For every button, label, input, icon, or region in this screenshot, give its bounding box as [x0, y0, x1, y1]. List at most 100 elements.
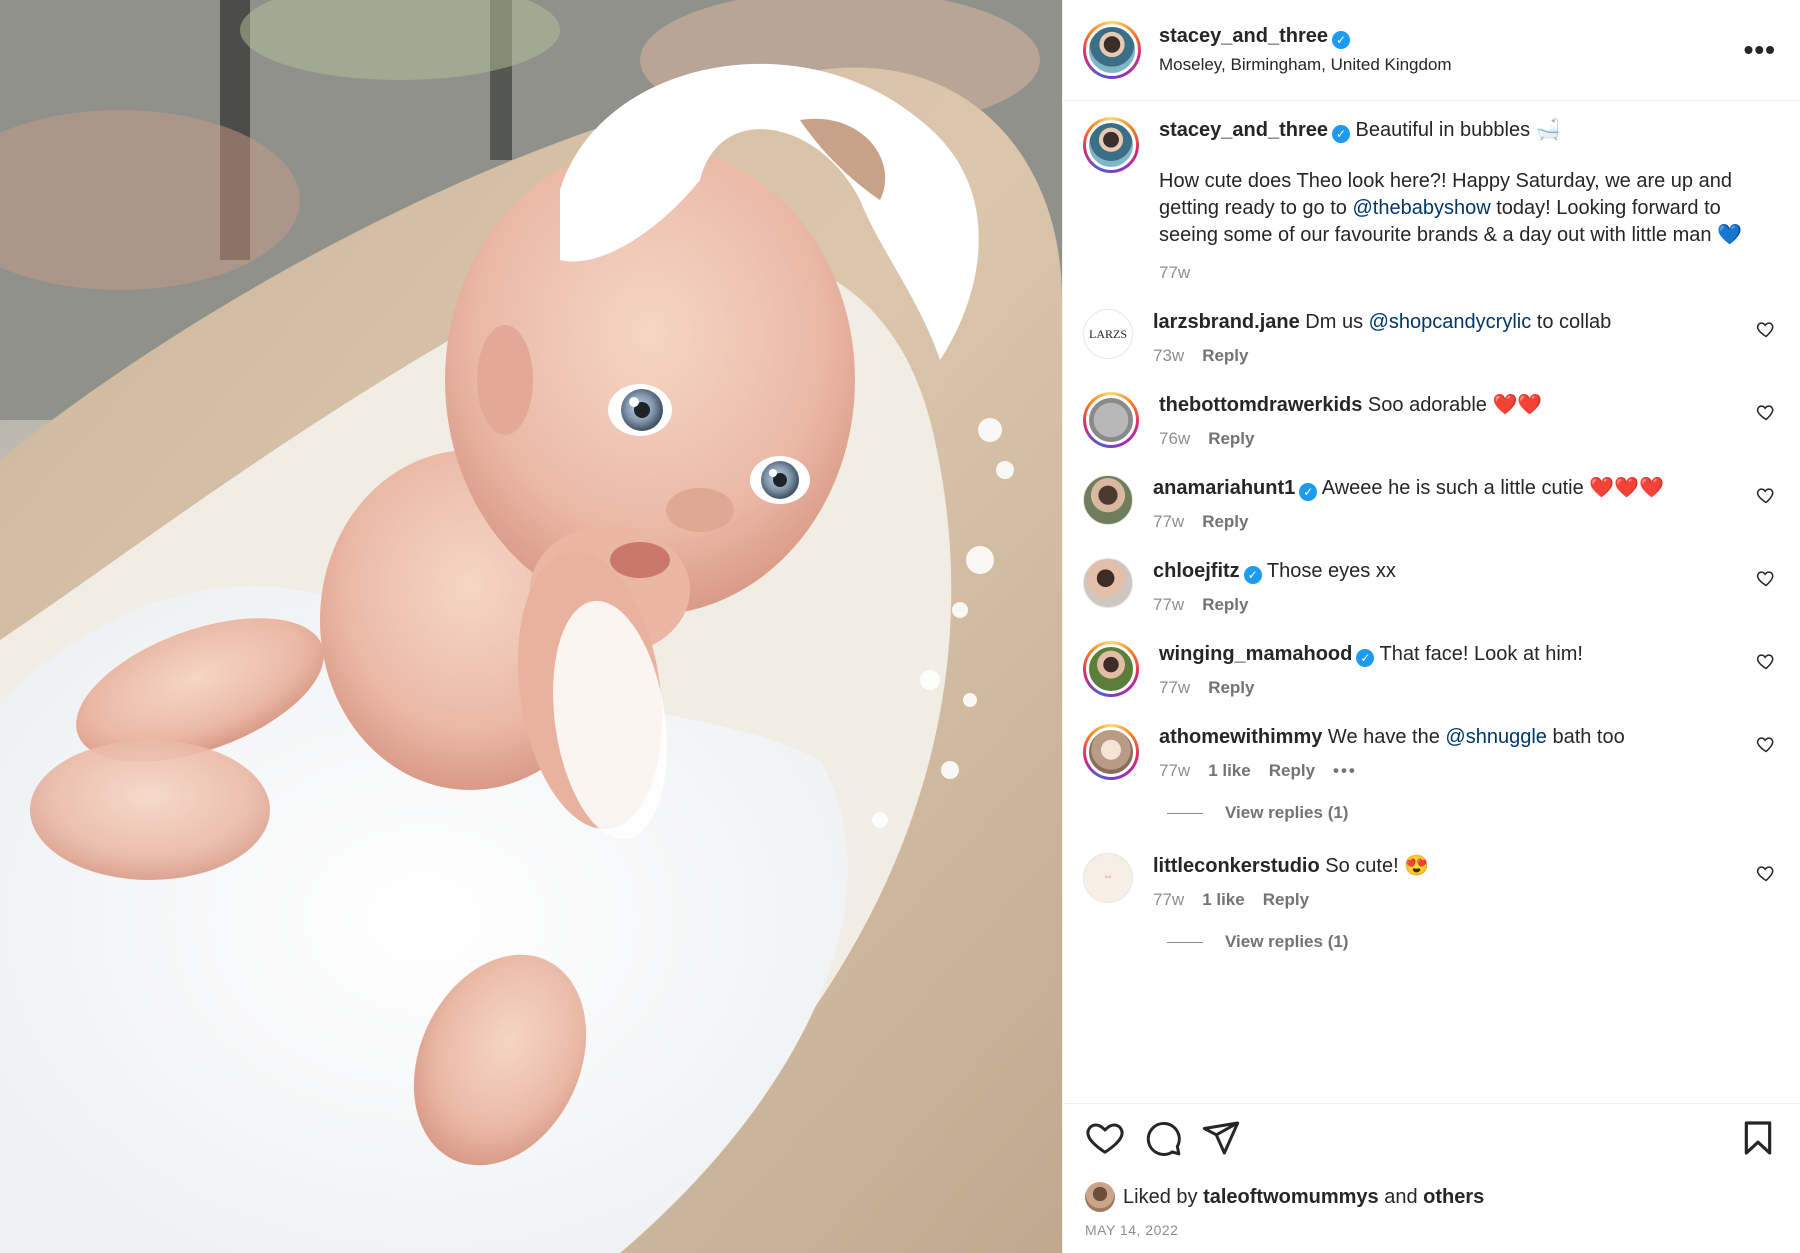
comment-like-heart-icon[interactable]	[1756, 863, 1776, 883]
post-location[interactable]: Moseley, Birmingham, United Kingdom	[1159, 55, 1744, 75]
commenter-username[interactable]: littleconkerstudio	[1153, 855, 1320, 877]
liked-by: Liked by taleoftwomummys and others	[1085, 1182, 1778, 1212]
comment-text-post: to collab	[1531, 311, 1612, 333]
comment-mention[interactable]: @shnuggle	[1445, 726, 1546, 748]
comment-item: chloejfitz ✓ Those eyes xx 77w Reply	[1083, 558, 1776, 615]
baby-bath-photo-illustration	[0, 0, 1062, 1253]
post-date[interactable]: MAY 14, 2022	[1085, 1222, 1778, 1238]
reply-button[interactable]: Reply	[1202, 595, 1248, 615]
caption-mention[interactable]: @thebabyshow	[1352, 197, 1490, 219]
comment-text-post: bath too	[1546, 726, 1625, 748]
commenter-avatar[interactable]	[1083, 392, 1139, 448]
commenter-avatar[interactable]	[1083, 475, 1133, 525]
post-side-panel: stacey_and_three ✓ Moseley, Birmingham, U…	[1062, 0, 1800, 1253]
commenter-username[interactable]: chloejfitz	[1153, 560, 1240, 582]
commenter-username[interactable]: anamariahunt1	[1153, 477, 1295, 499]
comment-like-heart-icon[interactable]	[1756, 651, 1776, 671]
comment-likes-count[interactable]: 1 like	[1208, 761, 1251, 781]
view-replies-label: View replies (1)	[1225, 803, 1349, 822]
commenter-username[interactable]: larzsbrand.jane	[1153, 311, 1300, 333]
comment-like-heart-icon[interactable]	[1756, 402, 1776, 422]
comment-more-options-icon[interactable]: •••	[1333, 761, 1357, 781]
commenter-username[interactable]: athomewithimmy	[1159, 726, 1322, 748]
reply-button[interactable]: Reply	[1202, 346, 1248, 366]
send-icon[interactable]	[1201, 1118, 1241, 1158]
caption-time[interactable]: 77w	[1159, 263, 1190, 283]
commenter-username[interactable]: winging_mamahood	[1159, 643, 1352, 665]
comment-item: athomewithimmy We have the @shnuggle bat…	[1083, 724, 1776, 781]
liked-by-user[interactable]: taleoftwomummys	[1203, 1186, 1379, 1209]
caption-title: Beautiful in bubbles 🛁	[1355, 119, 1561, 141]
comment-text: So cute! 😍	[1325, 855, 1430, 877]
comment-item: ◦◦ littleconkerstudio So cute! 😍 77w 1 li…	[1083, 853, 1776, 910]
caption-username[interactable]: stacey_and_three	[1159, 119, 1328, 141]
verified-badge-icon: ✓	[1243, 566, 1262, 584]
commenter-avatar[interactable]	[1083, 724, 1139, 780]
reply-button[interactable]: Reply	[1269, 761, 1315, 781]
liked-by-prefix: Liked by	[1123, 1185, 1204, 1208]
comment-time[interactable]: 73w	[1153, 346, 1184, 366]
author-avatar[interactable]	[1083, 21, 1141, 79]
comment-mention[interactable]: @shopcandycrylic	[1369, 311, 1532, 333]
post-header: stacey_and_three ✓ Moseley, Birmingham, U…	[1063, 0, 1800, 101]
instagram-post: stacey_and_three ✓ Moseley, Birmingham, U…	[0, 0, 1800, 1253]
comments-list[interactable]: stacey_and_three ✓ Beautiful in bubbles 🛁…	[1063, 101, 1800, 1103]
comment-time[interactable]: 77w	[1153, 890, 1184, 910]
view-replies-button[interactable]: View replies (1)	[1167, 932, 1776, 952]
avatar-logo-text: LARZS	[1088, 326, 1127, 341]
comment-like-heart-icon[interactable]	[1756, 485, 1776, 505]
comment-item: winging_mamahood ✓ That face! Look at him…	[1083, 641, 1776, 698]
commenter-avatar[interactable]	[1083, 641, 1139, 697]
commenter-avatar[interactable]: LARZS	[1083, 309, 1133, 359]
view-replies-label: View replies (1)	[1225, 932, 1349, 951]
commenter-avatar[interactable]	[1083, 558, 1133, 608]
verified-badge-icon: ✓	[1356, 649, 1375, 667]
comment-icon[interactable]	[1143, 1118, 1183, 1158]
comment-time[interactable]: 77w	[1159, 678, 1190, 698]
action-bar	[1085, 1118, 1778, 1158]
reply-button[interactable]: Reply	[1263, 890, 1309, 910]
comment-text: Those eyes xx	[1266, 560, 1396, 582]
comment-text: We have the	[1327, 726, 1446, 748]
caption-body: How cute does Theo look here?! Happy Sat…	[1159, 168, 1776, 249]
reply-button[interactable]: Reply	[1208, 678, 1254, 698]
comment-time[interactable]: 76w	[1159, 429, 1190, 449]
comment-item: thebottomdrawerkids Soo adorable ❤️❤️ 76…	[1083, 392, 1776, 449]
comment-text: Soo adorable ❤️❤️	[1367, 394, 1543, 416]
caption-text: stacey_and_three ✓ Beautiful in bubbles 🛁	[1159, 117, 1776, 144]
verified-badge-icon: ✓	[1331, 125, 1350, 143]
comment-time[interactable]: 77w	[1159, 761, 1190, 781]
comment-likes-count[interactable]: 1 like	[1202, 890, 1245, 910]
caption-avatar[interactable]	[1083, 117, 1139, 173]
author-username[interactable]: stacey_and_three	[1159, 25, 1328, 47]
commenter-username[interactable]: thebottomdrawerkids	[1159, 394, 1362, 416]
comment-time[interactable]: 77w	[1153, 512, 1184, 532]
comment-item: anamariahunt1 ✓ Aweee he is such a little…	[1083, 475, 1776, 532]
post-footer: Liked by taleoftwomummys and others MAY …	[1063, 1103, 1800, 1253]
reply-button[interactable]: Reply	[1202, 512, 1248, 532]
caption: stacey_and_three ✓ Beautiful in bubbles 🛁…	[1083, 117, 1776, 283]
avatar-logo-icon: ◦◦	[1104, 872, 1112, 883]
view-replies-line	[1167, 812, 1203, 814]
view-replies-line	[1167, 941, 1203, 943]
bookmark-icon[interactable]	[1738, 1118, 1778, 1158]
reply-button[interactable]: Reply	[1208, 429, 1254, 449]
comment-like-heart-icon[interactable]	[1756, 319, 1776, 339]
view-replies-button[interactable]: View replies (1)	[1167, 803, 1776, 823]
comment-text: Dm us	[1305, 311, 1369, 333]
heart-icon[interactable]	[1085, 1118, 1125, 1158]
comment-time[interactable]: 77w	[1153, 595, 1184, 615]
comment-text: That face! Look at him!	[1379, 643, 1583, 665]
comment-text: Aweee he is such a little cutie ❤️❤️❤️	[1321, 477, 1664, 499]
post-photo[interactable]	[0, 0, 1062, 1253]
comment-item: LARZS larzsbrand.jane Dm us @shopcandycr…	[1083, 309, 1776, 366]
liked-by-others-button[interactable]: others	[1423, 1186, 1484, 1209]
liked-by-avatar[interactable]	[1085, 1182, 1115, 1212]
liked-by-and: and	[1378, 1185, 1424, 1208]
comment-like-heart-icon[interactable]	[1756, 734, 1776, 754]
verified-badge-icon: ✓	[1331, 31, 1350, 49]
commenter-avatar[interactable]: ◦◦	[1083, 853, 1133, 903]
more-options-icon[interactable]: •••	[1744, 34, 1776, 66]
comment-like-heart-icon[interactable]	[1756, 568, 1776, 588]
verified-badge-icon: ✓	[1299, 483, 1318, 501]
